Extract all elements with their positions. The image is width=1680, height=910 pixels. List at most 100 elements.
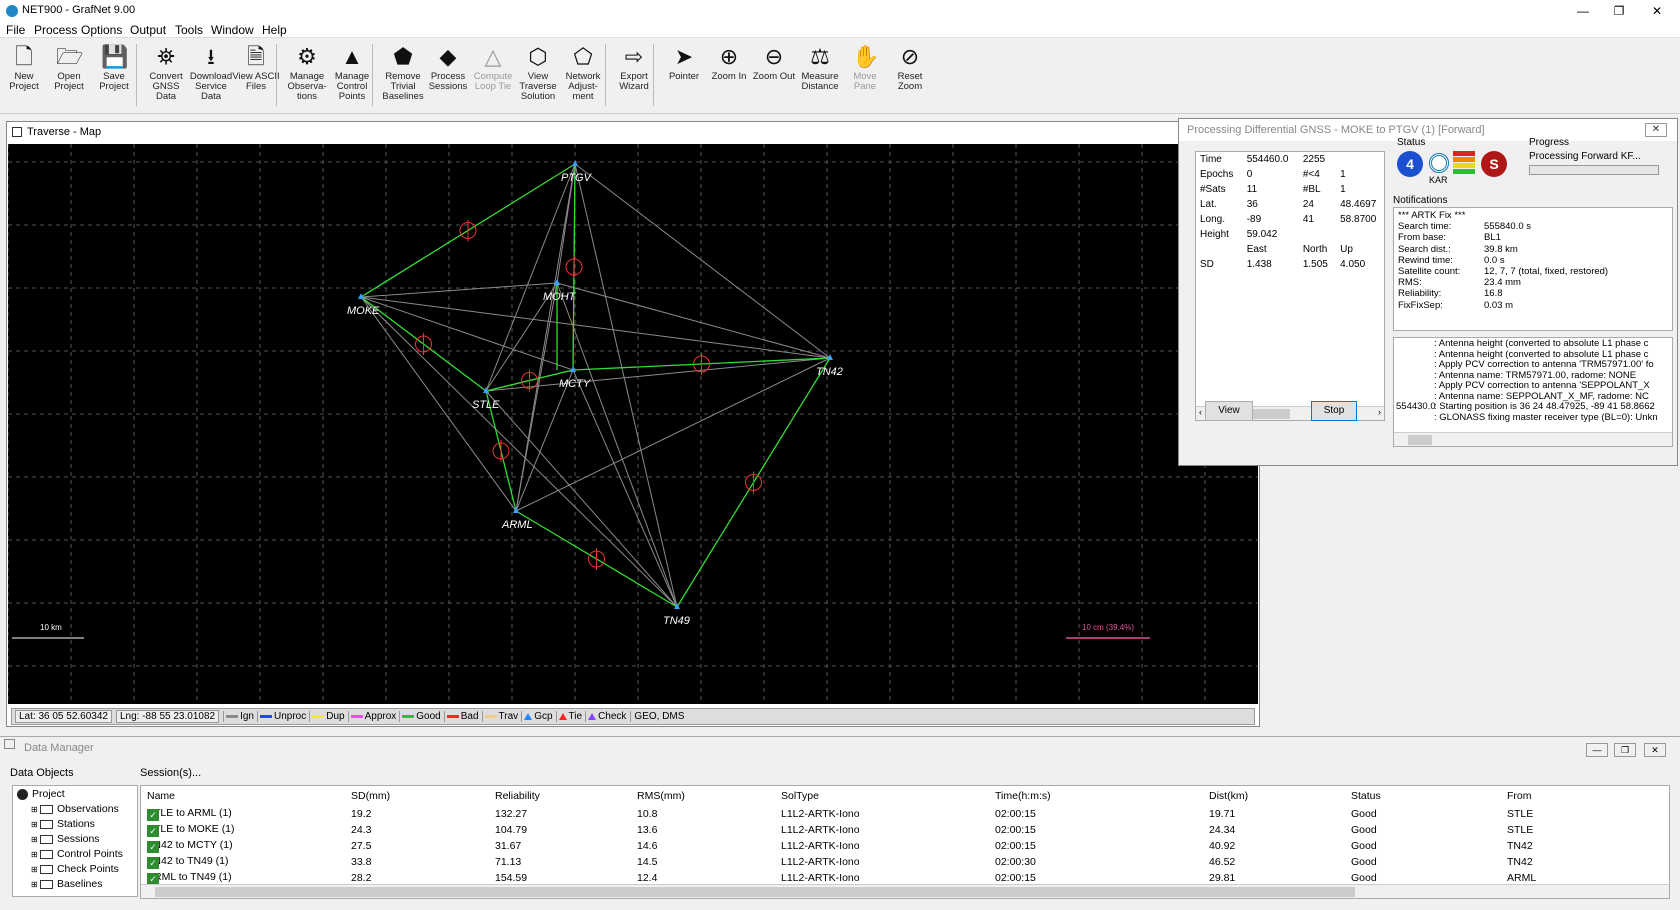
column-header[interactable]: RMS(mm) — [637, 790, 685, 802]
minimize-button[interactable]: — — [1570, 2, 1596, 20]
expand-icon[interactable]: ⊞ — [31, 805, 40, 814]
close-button[interactable]: ✕ — [1644, 2, 1670, 20]
log-message: : GLONASS fixing master receiver type (B… — [1434, 411, 1658, 423]
zoom-in-button[interactable]: ⊕ Zoom In — [705, 42, 753, 112]
menu-options[interactable]: Options — [81, 23, 122, 37]
column-header[interactable]: Reliability — [495, 790, 540, 802]
manage-observa-tions-button[interactable]: ⚙ Manage Observa-tions — [283, 42, 331, 112]
log-time: 554430.0 — [1396, 401, 1436, 412]
scroll-right-icon[interactable]: › — [1378, 407, 1381, 417]
check-icon[interactable]: ✓ — [147, 841, 159, 853]
expand-icon[interactable]: ⊞ — [31, 820, 40, 829]
scroll-left-icon[interactable]: ‹ — [1199, 407, 1202, 417]
column-header[interactable]: Dist(km) — [1209, 790, 1248, 802]
info-row: Time 554460.0 2255 — [1196, 152, 1386, 167]
map-canvas[interactable]: PTGV MOHT MOKE MCTY STLE TN42 ARML TN49 10 km 10 … — [8, 144, 1258, 704]
info-cell: 41 — [1302, 214, 1314, 225]
column-header[interactable]: Status — [1351, 790, 1381, 802]
open-project-button[interactable]: 🗁 Open Project — [45, 42, 93, 112]
menu-tools[interactable]: Tools — [175, 23, 203, 37]
tree-node-project[interactable]: Project — [17, 788, 65, 800]
toolbar-label: Export Wizard — [619, 71, 649, 92]
download-icon: ⭳ — [207, 44, 215, 69]
folder-icon — [39, 864, 53, 874]
column-header[interactable]: SD(mm) — [351, 790, 390, 802]
menu-help[interactable]: Help — [262, 23, 287, 37]
legend-good: Good — [399, 711, 441, 722]
move-pane-button[interactable]: ✋ Move Pane — [841, 42, 889, 112]
pointer-button[interactable]: ➤ Pointer — [660, 42, 708, 112]
tree-node-check-points[interactable]: ⊞ Check Points — [31, 863, 119, 875]
expand-icon[interactable]: ⊞ — [31, 835, 40, 844]
check-icon[interactable]: ✓ — [147, 825, 159, 837]
expand-icon[interactable]: ⊞ — [31, 880, 40, 889]
toolbar-label: Network Adjust-ment — [565, 71, 601, 102]
manage-control-points-button[interactable]: ▲ Manage Control Points — [328, 42, 376, 112]
table-cell: L1L2-ARTK-Iono — [781, 856, 860, 868]
table-row[interactable]: ✓ TN42 to TN49 (1) 33.8 71.13 14.5 L1L2-ARTK-… — [141, 854, 1651, 870]
menu-file[interactable]: File — [6, 23, 25, 37]
download-service-data-button[interactable]: ⭳ Download Service Data — [187, 42, 235, 112]
column-header[interactable]: SolType — [781, 790, 819, 802]
tree-node-baselines[interactable]: ⊞ Baselines — [31, 878, 102, 890]
tree-node-stations[interactable]: ⊞ Stations — [31, 818, 95, 830]
dm-close-button[interactable]: ✕ — [1644, 743, 1666, 757]
check-icon[interactable]: ✓ — [147, 809, 159, 821]
grid-scrollbar[interactable] — [141, 884, 1669, 898]
dm-restore-button[interactable]: ❐ — [1614, 743, 1636, 757]
legend-dup: Dup — [309, 711, 345, 722]
info-cell: 1.505 — [1302, 259, 1328, 270]
table-cell: 71.13 — [495, 856, 522, 868]
processing-close-button[interactable]: ✕ — [1645, 123, 1667, 137]
satellite-manage-icon: ⚙ — [297, 44, 317, 69]
tree-node-control-points[interactable]: ⊞ Control Points — [31, 848, 123, 860]
remove-trivial-baselines-button[interactable]: ⬟ Remove Trivial Baselines — [379, 42, 427, 112]
export-wizard-button[interactable]: ⇨ Export Wizard — [610, 42, 658, 112]
pentagon-icon: ⬟ — [393, 44, 413, 69]
dm-minimize-button[interactable]: — — [1586, 743, 1608, 757]
table-row[interactable]: ✓ STLE to MOKE (1) 24.3 104.79 13.6 L1L2-ARTK… — [141, 822, 1651, 838]
s-badge: S — [1481, 151, 1507, 177]
view-button[interactable]: View — [1205, 401, 1253, 421]
table-row[interactable]: ✓ TN42 to MCTY (1) 27.5 31.67 14.6 L1L2-ARTK-… — [141, 838, 1651, 854]
column-header[interactable]: From — [1507, 790, 1532, 802]
legend-label: Trav — [498, 711, 519, 722]
reset-zoom-button[interactable]: ⊘ Reset Zoom — [886, 42, 934, 112]
menu-process[interactable]: Process — [34, 23, 77, 37]
toolbar-label: View ASCII Files — [232, 71, 280, 92]
view-traverse-solution-button[interactable]: ⬡ View Traverse Solution — [514, 42, 562, 112]
check-icon[interactable]: ✓ — [147, 857, 159, 869]
column-header[interactable]: Name — [147, 790, 175, 802]
view-ascii-files-button[interactable]: 🗎 View ASCII Files — [232, 42, 280, 112]
processing-title: Processing Differential GNSS - MOKE to P… — [1179, 119, 1677, 141]
compute-loop-tie-button[interactable]: △ Compute Loop Tie — [469, 42, 517, 112]
kar-label: KAR — [1429, 175, 1448, 185]
stop-button[interactable]: Stop — [1311, 401, 1357, 421]
tree-node-observations[interactable]: ⊞ Observations — [31, 803, 119, 815]
menu-bar: File Process Options Output Tools Window… — [0, 22, 1680, 38]
measure-distance-button[interactable]: ⚖ Measure Distance — [796, 42, 844, 112]
column-header[interactable]: Time(h:m:s) — [995, 790, 1051, 802]
convert-gnss-data-button[interactable]: ⛯ Convert GNSS Data — [142, 42, 190, 112]
satellite-convert-icon: ⛯ — [157, 44, 175, 69]
toolbar-separator — [276, 44, 277, 106]
network-adjust-ment-button[interactable]: ⬠ Network Adjust-ment — [559, 42, 607, 112]
table-row[interactable]: ✓ STLE to ARML (1) 19.2 132.27 10.8 L1L2-ARTK… — [141, 806, 1651, 822]
station-label-mcty: MCTY — [559, 378, 591, 390]
table-cell: L1L2-ARTK-Iono — [781, 824, 860, 836]
tree-node-sessions[interactable]: ⊞ Sessions — [31, 833, 100, 845]
menu-output[interactable]: Output — [130, 23, 166, 37]
legend-swatch — [226, 714, 239, 718]
baseline-processed — [485, 390, 678, 608]
log-scrollbar[interactable] — [1394, 432, 1672, 446]
save-project-button[interactable]: 💾 Save Project — [90, 42, 138, 112]
restore-button[interactable]: ❐ — [1606, 2, 1632, 20]
data-objects-tree: Project ⊞ Observations ⊞ Stations ⊞ Session… — [12, 785, 138, 897]
toolbar-label: Reset Zoom — [897, 71, 923, 92]
process-sessions-button[interactable]: ◆ Process Sessions — [424, 42, 472, 112]
expand-icon[interactable]: ⊞ — [31, 865, 40, 874]
zoom-out-button[interactable]: ⊖ Zoom Out — [750, 42, 798, 112]
expand-icon[interactable]: ⊞ — [31, 850, 40, 859]
new-project-button[interactable]: 🗋 New Project — [0, 42, 48, 112]
menu-window[interactable]: Window — [211, 23, 254, 37]
